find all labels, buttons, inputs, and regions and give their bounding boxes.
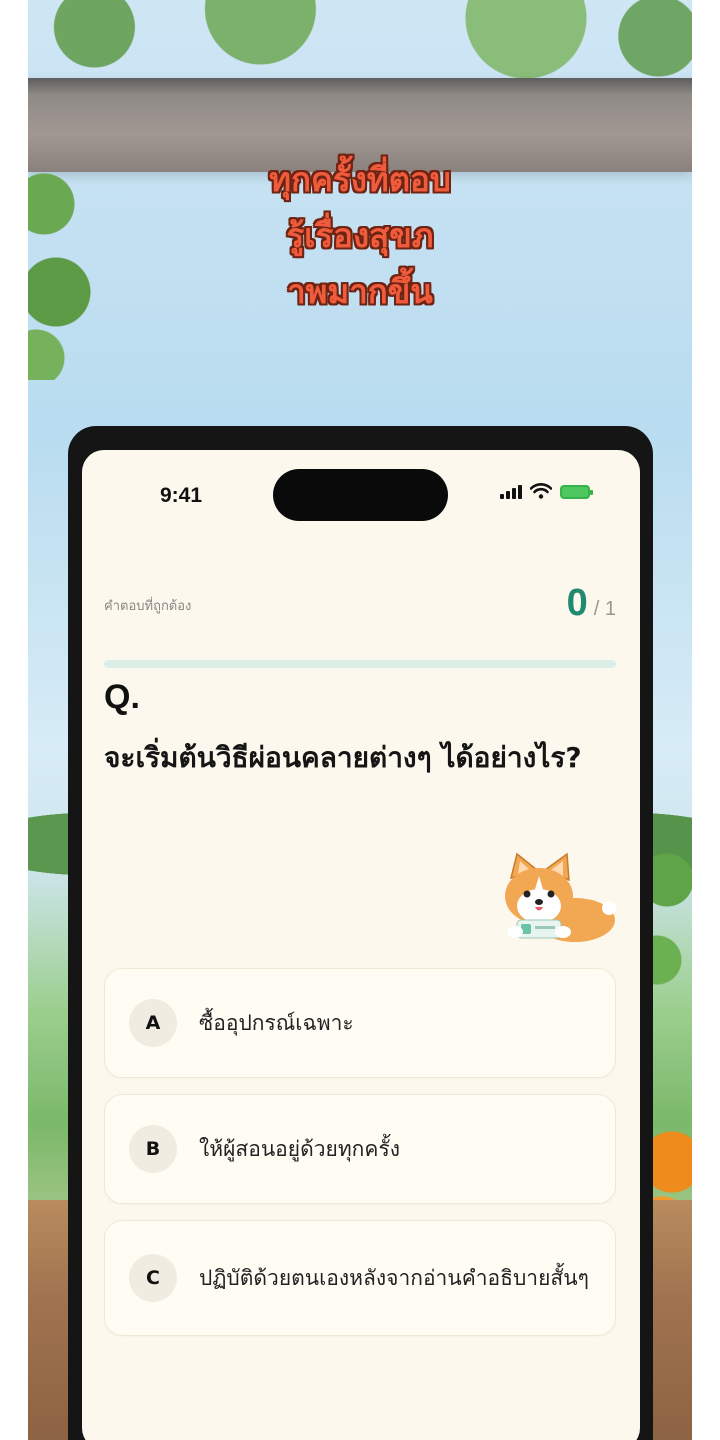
corgi-mascot-icon: [505, 852, 616, 942]
progress-bar: [104, 660, 616, 668]
headline-line-3: าพมากขึ้น: [287, 272, 433, 311]
headline-line-1: ทุกครั้งที่ตอบ: [269, 160, 451, 199]
answer-options: A ซื้ออุปกรณ์เฉพาะ B ให้ผู้สอนอยู่ด้วยทุ…: [104, 968, 616, 1352]
option-b-button[interactable]: B ให้ผู้สอนอยู่ด้วยทุกครั้ง: [104, 1094, 616, 1204]
wifi-icon: [530, 483, 552, 499]
score-label: คำตอบที่ถูกต้อง: [104, 599, 192, 614]
question-text: จะเริ่มต้นวิธีผ่อนคลายต่างๆ ได้อย่างไร?: [104, 741, 582, 774]
headline-line-2: รู้เรื่องสุขภ: [286, 216, 434, 255]
signal-icon: [500, 483, 522, 499]
option-letter: C: [129, 1254, 177, 1302]
score-correct: 0: [566, 582, 588, 624]
status-bar: 9:41: [82, 450, 640, 540]
score-total: / 1: [593, 598, 616, 620]
option-letter: A: [129, 999, 177, 1047]
option-text: ให้ผู้สอนอยู่ด้วยทุกครั้ง: [199, 1137, 400, 1161]
option-c-button[interactable]: C ปฏิบัติด้วยตนเองหลังจากอ่านคำอธิบายสั้…: [104, 1220, 616, 1336]
battery-charging-icon: [560, 485, 593, 499]
status-time: 9:41: [160, 484, 203, 507]
promo-headline: ทุกครั้งที่ตอบ รู้เรื่องสุขภ าพมากขึ้น: [0, 152, 720, 320]
score-counter: 0 / 1: [567, 582, 616, 625]
app-screenshot: ทุกครั้งที่ตอบ รู้เรื่องสุขภ าพมากขึ้น 9…: [0, 0, 720, 1440]
option-a-button[interactable]: A ซื้ออุปกรณ์เฉพาะ: [104, 968, 616, 1078]
option-text: ปฏิบัติด้วยตนเองหลังจากอ่านคำอธิบายสั้นๆ: [199, 1266, 589, 1290]
option-letter: B: [129, 1125, 177, 1173]
question-mark: Q.: [104, 678, 140, 716]
phone-screen: 9:41 คำตอบที่ถูกต้อง 0 / 1 Q. จะเริ่มต้น…: [82, 450, 640, 1440]
dynamic-island: [273, 469, 448, 521]
background-leaves: [28, 0, 692, 90]
status-icons: [500, 483, 593, 499]
option-text: ซื้ออุปกรณ์เฉพาะ: [199, 1011, 354, 1035]
